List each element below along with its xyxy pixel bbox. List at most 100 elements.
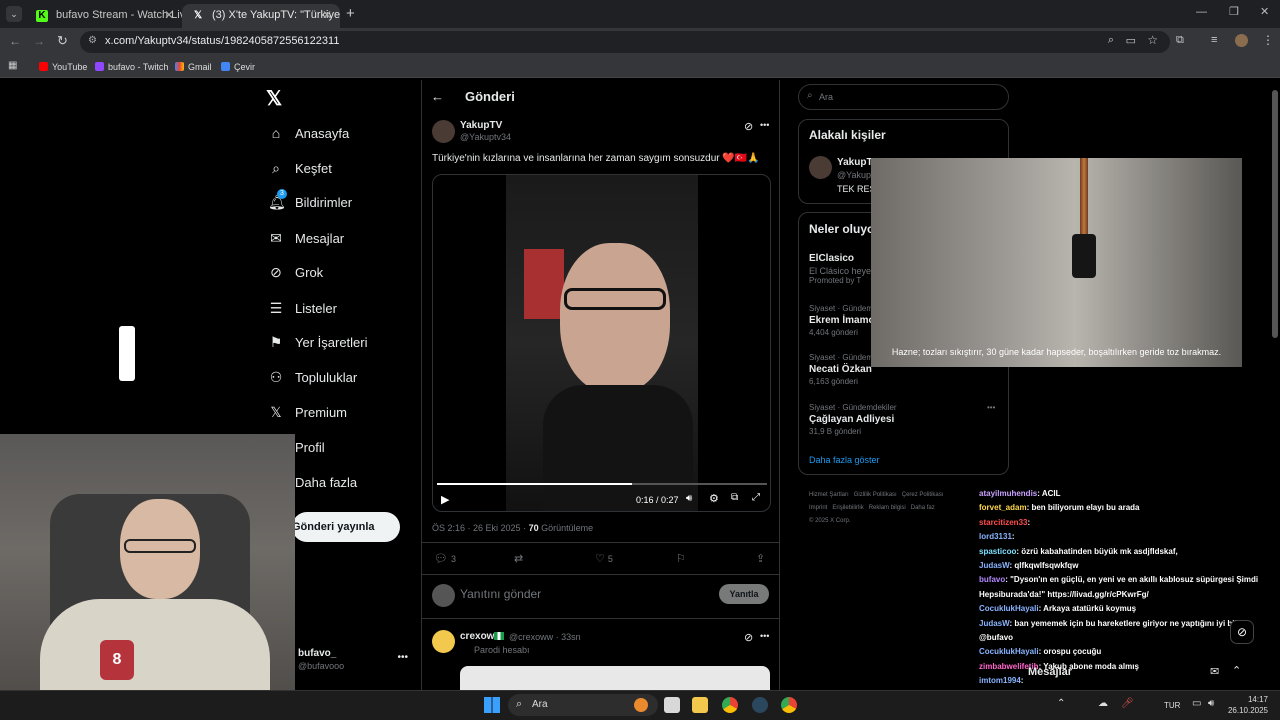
reload-icon[interactable]: ↻ xyxy=(57,33,68,49)
search-icon: ⌕ xyxy=(807,90,813,101)
bookmark-youtube[interactable]: YouTube xyxy=(39,62,87,72)
pip-icon[interactable]: ⧉ xyxy=(731,492,738,503)
keyboard-language[interactable]: TUR xyxy=(1164,701,1180,710)
site-info-icon[interactable]: ⚙ xyxy=(88,35,97,46)
network-icon[interactable]: ▭ xyxy=(1192,698,1201,709)
more-options-icon[interactable]: ••• xyxy=(760,631,769,641)
expand-drawer-icon[interactable]: ⌃ xyxy=(1232,664,1241,677)
fullscreen-icon[interactable]: ⤢ xyxy=(752,492,760,503)
search-box[interactable]: ⌕ Ara xyxy=(798,84,1009,110)
play-icon[interactable]: ▶ xyxy=(441,493,449,506)
bookmark-star-icon[interactable]: ☆ xyxy=(1147,33,1158,47)
steam-icon[interactable] xyxy=(752,697,768,713)
chrome-active-icon[interactable] xyxy=(781,697,797,713)
reply-author-avatar[interactable] xyxy=(432,630,455,653)
chat-username[interactable]: spasticoo xyxy=(979,547,1016,556)
forward-icon[interactable]: → xyxy=(33,34,45,48)
more-options-icon[interactable]: ••• xyxy=(760,120,769,130)
chat-username[interactable]: starcitizen33 xyxy=(979,518,1027,527)
tab-x-post[interactable]: 𝕏 (3) X'te YakupTV: "Türkiye'nin kı ✕ xyxy=(182,4,340,28)
trend-item[interactable]: Siyaset · Gündem Necati Özkan 6,163 gönder… xyxy=(809,353,873,386)
cast-icon[interactable]: ▭ xyxy=(1126,34,1136,47)
trend-item[interactable]: Siyaset · Gündem Ekrem İmamoğ 4,404 gönder… xyxy=(809,304,881,337)
reply-button[interactable]: Yanıtla xyxy=(719,584,769,604)
account-switcher[interactable]: bufavo_ @bufavooo ••• xyxy=(298,648,410,676)
grok-icon[interactable]: ⊘ xyxy=(744,631,753,644)
reply-author-name[interactable]: crexow xyxy=(460,631,494,642)
close-tab-icon[interactable]: ✕ xyxy=(164,8,174,22)
bookmark-twitch[interactable]: bufavo - Twitch xyxy=(95,62,168,72)
chat-username[interactable]: imtom1994 xyxy=(979,676,1021,685)
account-name: bufavo_ xyxy=(298,648,337,659)
onedrive-icon[interactable]: ☁ xyxy=(1098,698,1108,709)
reply-input[interactable]: Yanıtını gönder xyxy=(460,587,541,601)
repost-icon[interactable]: ⇄ xyxy=(514,552,523,565)
task-view-icon[interactable] xyxy=(664,697,680,713)
author-name[interactable]: YakupTV xyxy=(460,120,502,131)
windows-start-icon[interactable] xyxy=(484,697,500,713)
file-explorer-icon[interactable] xyxy=(692,697,708,713)
show-more-link[interactable]: Daha fazla göster xyxy=(809,455,880,465)
browser-menu-icon[interactable]: ⋮ xyxy=(1262,33,1274,47)
more-icon[interactable]: ••• xyxy=(397,652,408,663)
chat-username[interactable]: atayilmuhendis xyxy=(979,489,1037,498)
restore-button[interactable]: ❐ xyxy=(1229,5,1239,18)
zoom-icon[interactable]: ⌕ xyxy=(1108,34,1114,47)
reply-media[interactable] xyxy=(460,666,770,690)
video-player[interactable]: ▶ 0:16 / 0:27 🔊︎ ⚙ ⧉ ⤢ xyxy=(432,174,771,512)
volume-tray-icon[interactable]: 🔊︎ xyxy=(1208,698,1214,709)
bookmark-translate[interactable]: Çevir xyxy=(221,62,255,72)
close-tab-icon[interactable]: ✕ xyxy=(322,8,332,22)
volume-icon[interactable]: 🔊︎ xyxy=(686,493,692,504)
taskbar-search[interactable]: ⌕ Ara xyxy=(508,694,658,716)
chat-username[interactable]: JudasW xyxy=(979,619,1010,628)
bookmark-gmail[interactable]: Gmail xyxy=(175,62,212,72)
chat-username[interactable]: CocukIukHayali xyxy=(979,647,1039,656)
post-button[interactable]: Gönderi yayınla xyxy=(292,512,400,542)
tab-search-button[interactable]: ⌄ xyxy=(6,6,22,22)
settings-icon[interactable]: ⚙ xyxy=(709,492,719,505)
like-icon[interactable]: ♡ 5 xyxy=(595,552,613,565)
chat-username[interactable]: CocukIukHayali xyxy=(979,604,1039,613)
clock[interactable]: 14:17 26.10.2025 xyxy=(1226,694,1268,716)
reading-list-icon[interactable]: ≡ xyxy=(1211,34,1217,46)
chat-username[interactable]: forvet_adam xyxy=(979,503,1027,512)
trend-item[interactable]: ElClasico El Clásico heye Promoted by T xyxy=(809,251,871,285)
messages-drawer-label[interactable]: Mesajlar xyxy=(1028,666,1072,678)
mail-icon: ✉ xyxy=(270,230,282,246)
minimize-button[interactable]: — xyxy=(1196,6,1207,18)
back-arrow-icon[interactable]: ← xyxy=(431,89,444,104)
new-tab-button[interactable]: + xyxy=(346,5,355,22)
profile-avatar[interactable] xyxy=(1235,34,1248,47)
back-icon[interactable]: ← xyxy=(9,34,21,48)
url-field[interactable]: ⚙ x.com/Yakuptv34/status/198240587255612… xyxy=(80,31,1170,53)
extensions-icon[interactable]: ⧉ xyxy=(1176,34,1184,47)
twitch-icon xyxy=(95,62,104,71)
reply-icon[interactable]: 💬︎ 3 xyxy=(434,552,456,565)
chat-username[interactable]: JudasW xyxy=(979,561,1010,570)
chat-username[interactable]: lord3131 xyxy=(979,532,1012,541)
trend-item[interactable]: Siyaset · Gündemdekiler Çağlayan Adliyesi… xyxy=(809,403,897,436)
related-avatar[interactable] xyxy=(809,156,832,179)
page-scrollbar[interactable] xyxy=(1272,90,1278,338)
person-head xyxy=(560,243,670,393)
chrome-icon[interactable] xyxy=(722,697,738,713)
chat-username[interactable]: bufavo xyxy=(979,575,1005,584)
author-avatar[interactable] xyxy=(432,120,455,143)
grok-float-button[interactable]: ⊘ xyxy=(1230,620,1254,644)
author-handle[interactable]: @Yakuptv34 xyxy=(460,132,511,142)
mic-icon[interactable]: 🎤︎ xyxy=(1121,698,1134,709)
bookmark-post-icon[interactable]: ⚐ xyxy=(676,552,686,565)
compose-message-icon[interactable]: ✉ xyxy=(1210,665,1219,678)
share-icon[interactable]: ⇪ xyxy=(756,552,765,565)
trend-more-icon[interactable]: ••• xyxy=(987,403,995,412)
tray-chevron-icon[interactable]: ⌃ xyxy=(1057,698,1065,709)
tab-kick-stream[interactable]: K bufavo Stream - Watch Live on ✕ xyxy=(26,4,182,28)
grok-icon[interactable]: ⊘ xyxy=(744,120,753,133)
close-window-button[interactable]: ✕ xyxy=(1260,5,1269,18)
chat-text: : xyxy=(1011,532,1015,542)
x-premium-icon: 𝕏 xyxy=(270,404,282,420)
video-progress-track[interactable] xyxy=(437,483,767,485)
x-logo-icon[interactable]: 𝕏 xyxy=(266,86,282,111)
apps-grid-icon[interactable]: ▦ xyxy=(8,60,17,71)
